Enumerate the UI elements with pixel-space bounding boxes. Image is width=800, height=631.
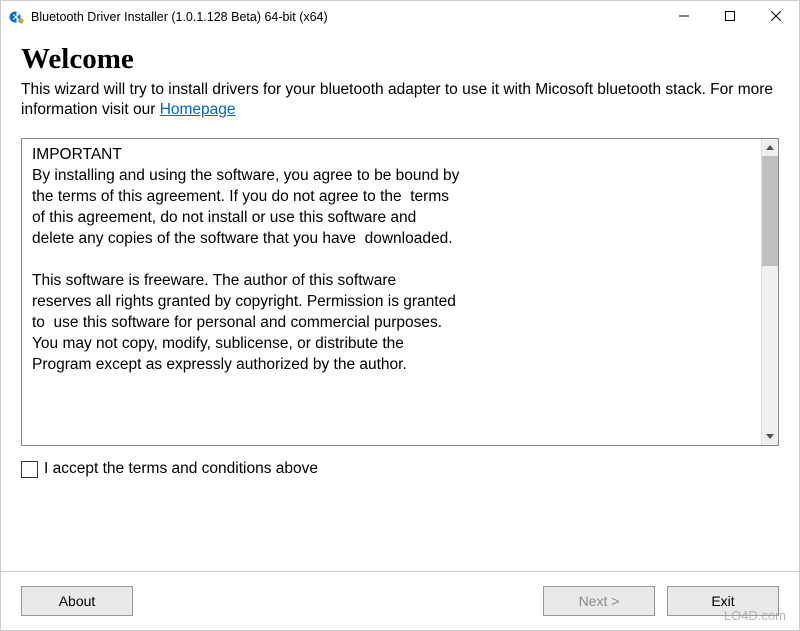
window-title: Bluetooth Driver Installer (1.0.1.128 Be… <box>31 10 661 24</box>
maximize-button[interactable] <box>707 1 753 31</box>
titlebar: Bluetooth Driver Installer (1.0.1.128 Be… <box>1 1 799 33</box>
page-title: Welcome <box>21 43 779 76</box>
scroll-track[interactable] <box>762 156 778 428</box>
accept-checkbox[interactable] <box>21 461 38 478</box>
close-button[interactable] <box>753 1 799 31</box>
button-bar: About Next > Exit <box>1 571 799 630</box>
scroll-down-arrow[interactable] <box>762 428 778 445</box>
scroll-up-arrow[interactable] <box>762 139 778 156</box>
exit-button[interactable]: Exit <box>667 586 779 616</box>
scroll-thumb[interactable] <box>762 156 778 266</box>
license-box: IMPORTANT By installing and using the so… <box>21 138 779 446</box>
window-controls <box>661 1 799 33</box>
next-button[interactable]: Next > <box>543 586 655 616</box>
scrollbar[interactable] <box>761 139 778 445</box>
accept-label: I accept the terms and conditions above <box>44 460 318 478</box>
intro-prefix: This wizard will try to install drivers … <box>21 81 773 118</box>
app-icon <box>9 9 25 25</box>
minimize-button[interactable] <box>661 1 707 31</box>
homepage-link[interactable]: Homepage <box>160 101 236 118</box>
accept-row: I accept the terms and conditions above <box>21 460 779 478</box>
installer-window: Bluetooth Driver Installer (1.0.1.128 Be… <box>0 0 800 631</box>
about-button[interactable]: About <box>21 586 133 616</box>
license-text[interactable]: IMPORTANT By installing and using the so… <box>22 139 761 445</box>
content-area: Welcome This wizard will try to install … <box>1 33 799 571</box>
intro-text: This wizard will try to install drivers … <box>21 80 779 120</box>
